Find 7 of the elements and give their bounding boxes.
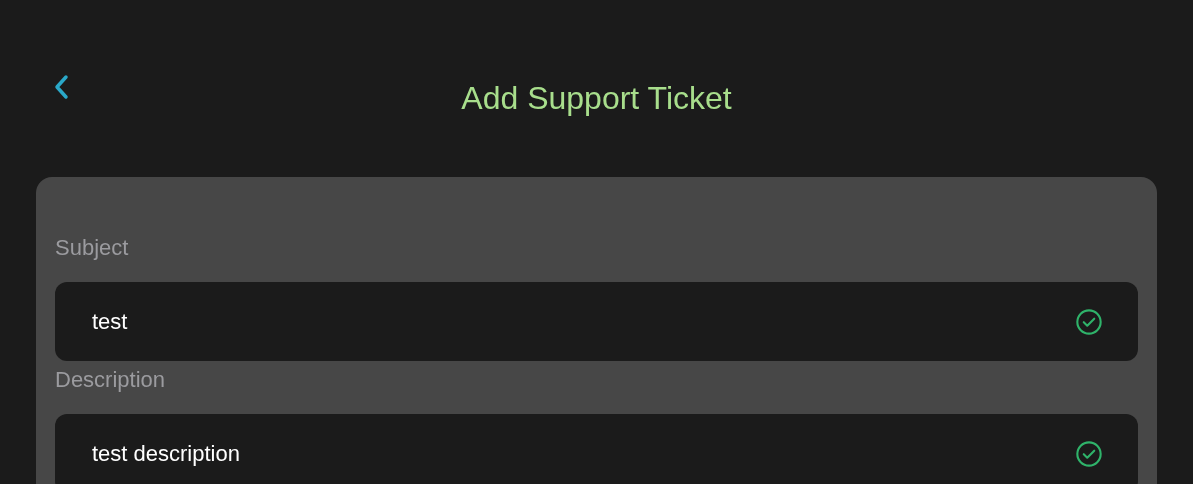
field-value: test description	[92, 440, 240, 468]
input-field[interactable]: test description	[55, 414, 1138, 484]
field-label: Description	[55, 366, 167, 394]
field-label: Subject	[55, 234, 130, 262]
input-field[interactable]: test	[55, 282, 1138, 361]
field-value: test	[92, 308, 128, 336]
page-title: Add Support Ticket	[461, 79, 732, 118]
